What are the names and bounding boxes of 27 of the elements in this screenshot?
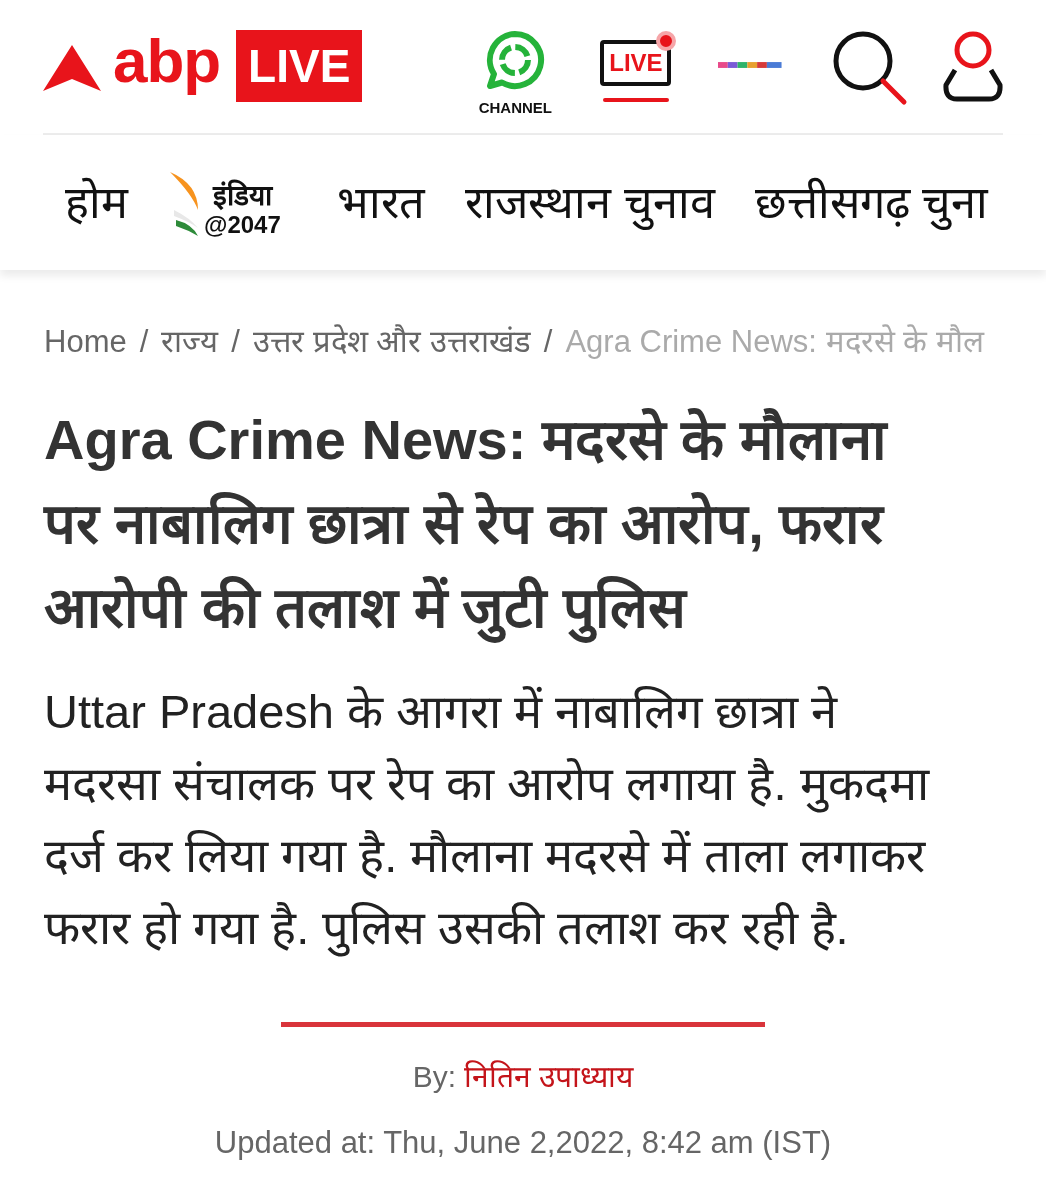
breadcrumb-separator: / bbox=[231, 323, 240, 361]
triangle-logo-icon bbox=[43, 45, 101, 93]
site-logo[interactable]: abp LIVE bbox=[43, 30, 363, 102]
byline-label: By: bbox=[412, 1059, 456, 1095]
nav-link[interactable]: छत्तीसगढ़ चुना bbox=[754, 166, 989, 239]
breadcrumb-link[interactable]: Home bbox=[44, 320, 127, 364]
breadcrumb-link[interactable]: उत्तर प्रदेश और उत्तराखंड bbox=[252, 320, 531, 364]
updated-time: Updated at: Thu, June 2,2022, 8:42 am (IST) bbox=[213, 1124, 833, 1162]
nav-link[interactable]: होम bbox=[65, 166, 128, 239]
user-account-button[interactable] bbox=[943, 30, 1003, 102]
user-icon bbox=[943, 30, 1003, 102]
live-underline bbox=[603, 98, 670, 102]
india-2047-link[interactable]: इंडिया @2047 bbox=[168, 167, 297, 238]
author-link[interactable]: नितिन उपाध्याय bbox=[464, 1057, 634, 1097]
nav-link[interactable]: राजस्थान चुनाव bbox=[465, 166, 715, 239]
search-icon bbox=[832, 30, 908, 106]
chat-bubble-icon bbox=[485, 30, 546, 90]
channel-link[interactable]: CHANNEL bbox=[476, 30, 555, 115]
logo-live-badge: LIVE bbox=[236, 30, 363, 102]
breadcrumb-separator: / bbox=[543, 323, 553, 361]
nav-link[interactable]: भारत bbox=[337, 166, 425, 239]
article-summary: Uttar Pradesh के आगरा में नाबालिग छात्रा ने मदरसा संचालक पर रेप का आरोप लगाया है. मुकदमा दर्ज कर लिया गया है. मौलाना मदरसे में ताला लगाकर फरार हो गया है. पुलिस उसकी तलाश कर रही है. bbox=[44, 676, 1002, 964]
breadcrumb-separator: / bbox=[139, 323, 149, 361]
search-button[interactable] bbox=[832, 30, 908, 106]
breadcrumb-link[interactable]: राज्य bbox=[161, 320, 219, 364]
article-headline: Agra Crime News: मदरसे के मौलाना पर नाबालिग छात्रा से रेप का आरोप, फरार आरोपी की तलाश में जुटी पुलिस bbox=[44, 398, 1002, 650]
colorful-strip-icon bbox=[718, 61, 782, 69]
